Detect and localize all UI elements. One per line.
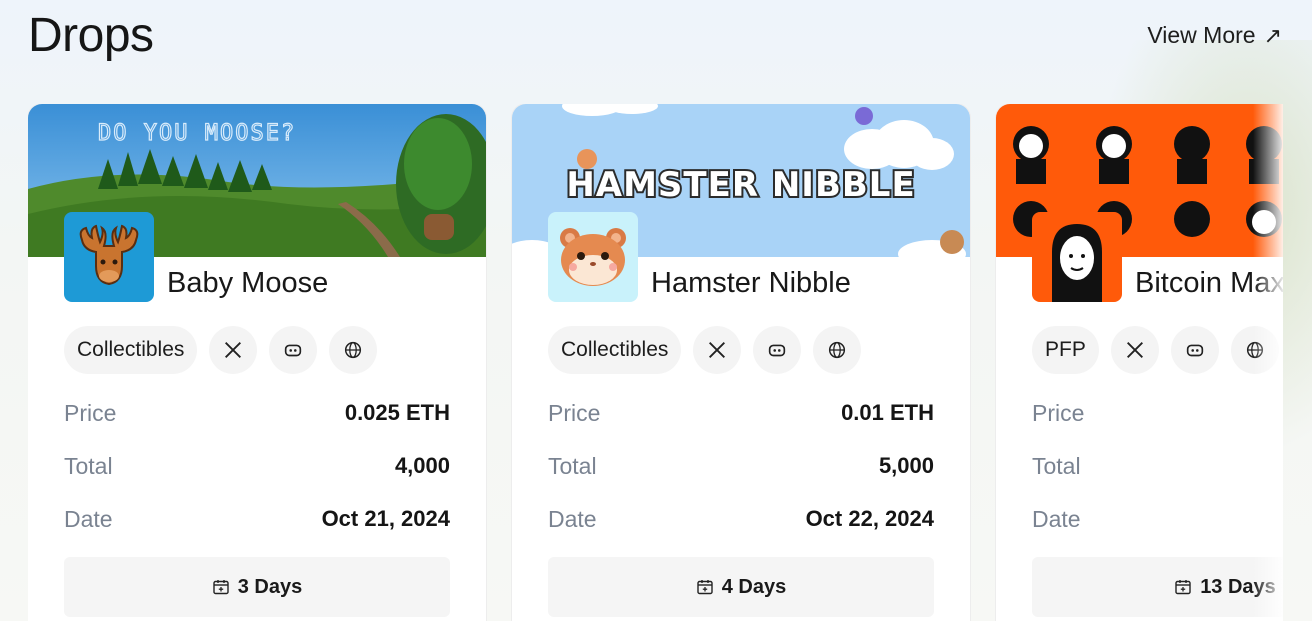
price-label: Price [64,400,117,426]
category-chip[interactable]: PFP [1032,326,1099,374]
total-row: Total 5,000 [548,453,934,480]
date-label: Date [64,506,113,532]
discord-icon[interactable] [1170,326,1219,374]
price-label: Price [1032,400,1085,426]
date-row: Date Oct 21, 2024 [64,506,450,533]
card-chips: Collectibles [548,326,862,374]
date-value: Oct 21, 2024 [321,506,450,531]
date-label: Date [548,506,597,532]
date-value: Oct 22, 2024 [805,506,934,531]
countdown-button[interactable]: 4 Days [548,557,934,617]
category-chip[interactable]: Collectibles [548,326,682,374]
drop-card-bitcoin-max[interactable]: Bitcoin Max PFP Price ( Total Date [996,104,1283,621]
svg-text:HAMSTER NIBBLE: HAMSTER NIBBLE [566,165,915,205]
view-more-link[interactable]: View More ↗ [1147,22,1282,49]
drops-carousel: DO YOU MOOSE? Baby Moose Collectibles Pr… [28,104,1283,621]
card-chips: PFP [1032,326,1279,374]
collection-avatar [64,212,154,302]
discord-icon[interactable] [269,326,318,374]
total-value: 5,000 [878,453,934,478]
price-value: 0.01 ETH [841,400,934,425]
collection-name[interactable]: Baby Moose [167,267,328,300]
x-twitter-icon[interactable] [209,326,258,374]
date-row: Date [1032,506,1283,533]
category-chip[interactable]: Collectibles [64,326,198,374]
globe-icon[interactable] [813,326,862,374]
total-label: Total [548,453,597,479]
drops-header: Drops View More ↗ [0,0,1312,80]
drop-card-hamster-nibble[interactable]: HAMSTER NIBBLE Hamster Nibble Collectibl… [512,104,970,621]
card-chips: Collectibles [64,326,378,374]
date-row: Date Oct 22, 2024 [548,506,934,533]
total-label: Total [1032,453,1081,479]
countdown-button[interactable]: 13 Days [1032,557,1283,617]
discord-icon[interactable] [753,326,802,374]
x-twitter-icon[interactable] [1110,326,1159,374]
calendar-plus-icon [213,580,229,595]
collection-avatar [548,212,638,302]
price-value: 0.025 ETH [344,400,450,425]
calendar-plus-icon [697,580,713,595]
price-row: Price ( [1032,400,1283,427]
collection-avatar [1032,212,1122,302]
x-twitter-icon[interactable] [693,326,742,374]
calendar-plus-icon [1175,580,1191,595]
total-row: Total 4,000 [64,453,450,480]
total-row: Total [1032,453,1283,480]
price-label: Price [548,400,601,426]
globe-icon[interactable] [329,326,378,374]
collection-name[interactable]: Hamster Nibble [651,267,851,300]
svg-text:DO YOU MOOSE?: DO YOU MOOSE? [98,121,296,146]
carousel-edge-fade [1253,104,1283,621]
page-title: Drops [28,9,154,62]
arrow-up-right-icon: ↗ [1263,22,1282,48]
countdown-label: 3 Days [237,575,303,598]
total-value: 4,000 [394,453,450,478]
drop-card-baby-moose[interactable]: DO YOU MOOSE? Baby Moose Collectibles Pr… [28,104,486,621]
price-row: Price 0.01 ETH [548,400,934,427]
countdown-label: 4 Days [721,575,787,598]
view-more-label: View More [1147,22,1256,48]
countdown-button[interactable]: 3 Days [64,557,450,617]
price-row: Price 0.025 ETH [64,400,450,427]
date-label: Date [1032,506,1081,532]
total-label: Total [64,453,113,479]
